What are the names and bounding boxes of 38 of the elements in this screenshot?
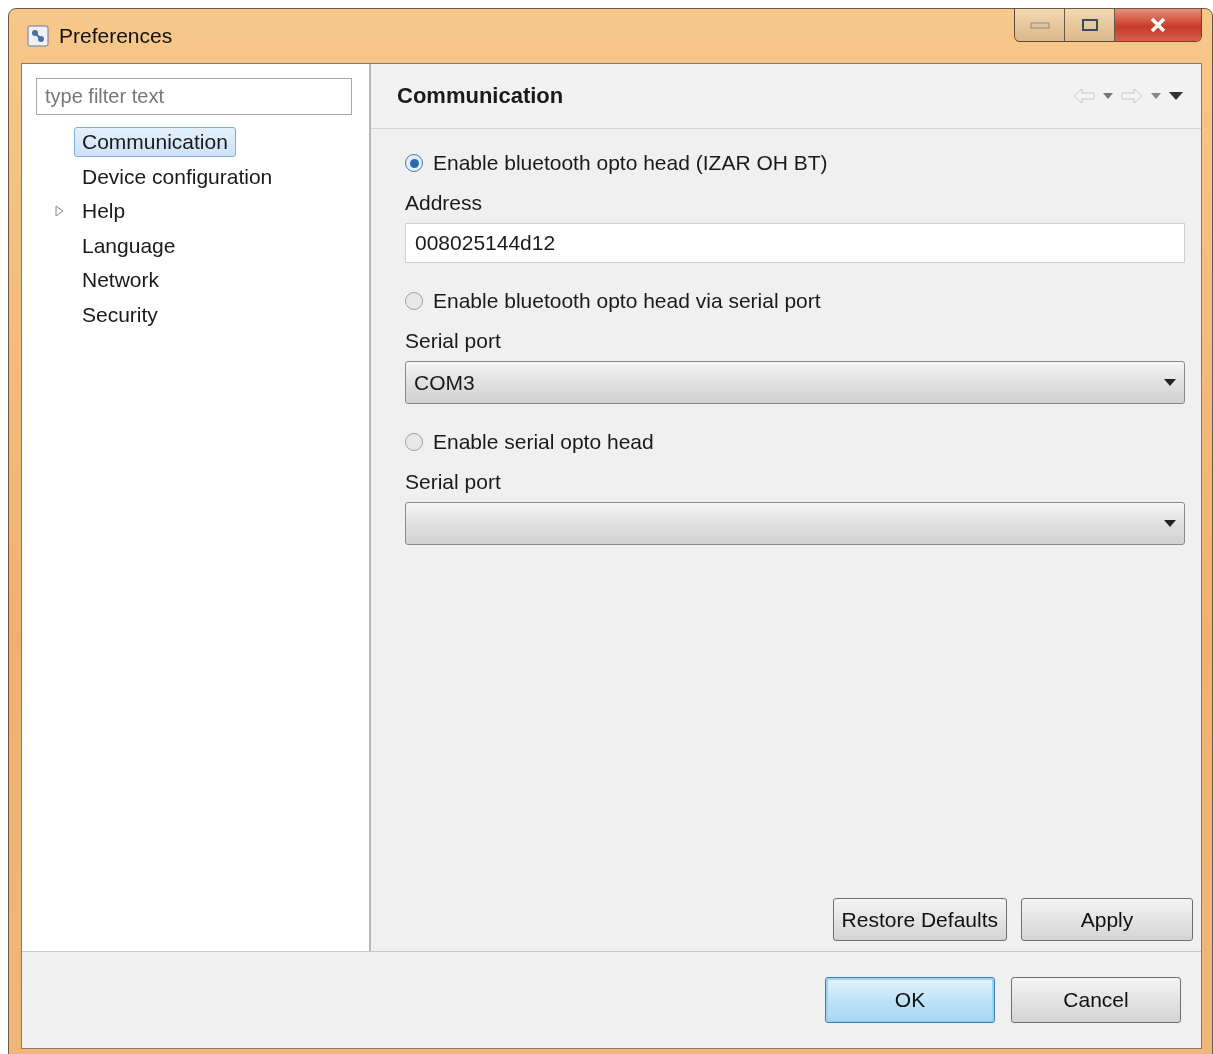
dropdown-arrow-icon[interactable] [1103, 93, 1113, 99]
tree-item[interactable]: Security [74, 299, 166, 330]
apply-button[interactable]: Apply [1021, 898, 1193, 941]
radio-label: Enable bluetooth opto head via serial port [433, 289, 821, 313]
radio-button[interactable] [405, 433, 423, 451]
caret-icon [1164, 520, 1176, 527]
tree-item[interactable]: Device configuration [74, 161, 281, 192]
filter-field[interactable]: type filter text [36, 78, 352, 115]
radio-button[interactable] [405, 292, 423, 310]
radio-button[interactable] [405, 154, 423, 172]
maximize-icon [1080, 18, 1099, 32]
close-icon [1149, 17, 1167, 33]
restore-defaults-button[interactable]: Restore Defaults [832, 898, 1007, 941]
field-label: Serial port [405, 328, 502, 354]
expand-triangle-icon[interactable] [54, 205, 64, 218]
serial-port-dropdown[interactable]: COM3 [405, 361, 1185, 404]
page-title: Communication [397, 83, 564, 109]
ok-button[interactable]: OK [825, 977, 995, 1023]
field-label: Serial port [405, 469, 502, 495]
app-icon [27, 25, 49, 47]
tree-item[interactable]: Network [74, 265, 168, 296]
caret-icon [1164, 379, 1176, 386]
tree-item[interactable]: Communication [74, 127, 236, 158]
cancel-button[interactable]: Cancel [1011, 977, 1181, 1023]
radio-label: Enable bluetooth opto head (IZAR OH BT) [433, 151, 828, 175]
close-button[interactable] [1115, 9, 1201, 41]
view-menu-icon[interactable] [1169, 92, 1183, 100]
minimize-button[interactable] [1015, 9, 1065, 41]
window-title: Preferences [59, 24, 173, 48]
radio-label: Enable serial opto head [433, 430, 654, 454]
address-field[interactable]: 008025144d12 [405, 223, 1185, 263]
dropdown-arrow-icon[interactable] [1151, 93, 1161, 99]
minimize-icon [1029, 21, 1050, 29]
serial-port-dropdown[interactable] [405, 502, 1185, 545]
maximize-button[interactable] [1065, 9, 1115, 41]
tree-item[interactable]: Help [74, 196, 134, 227]
field-label: Address [405, 190, 484, 216]
tree-item[interactable]: Language [74, 230, 184, 261]
